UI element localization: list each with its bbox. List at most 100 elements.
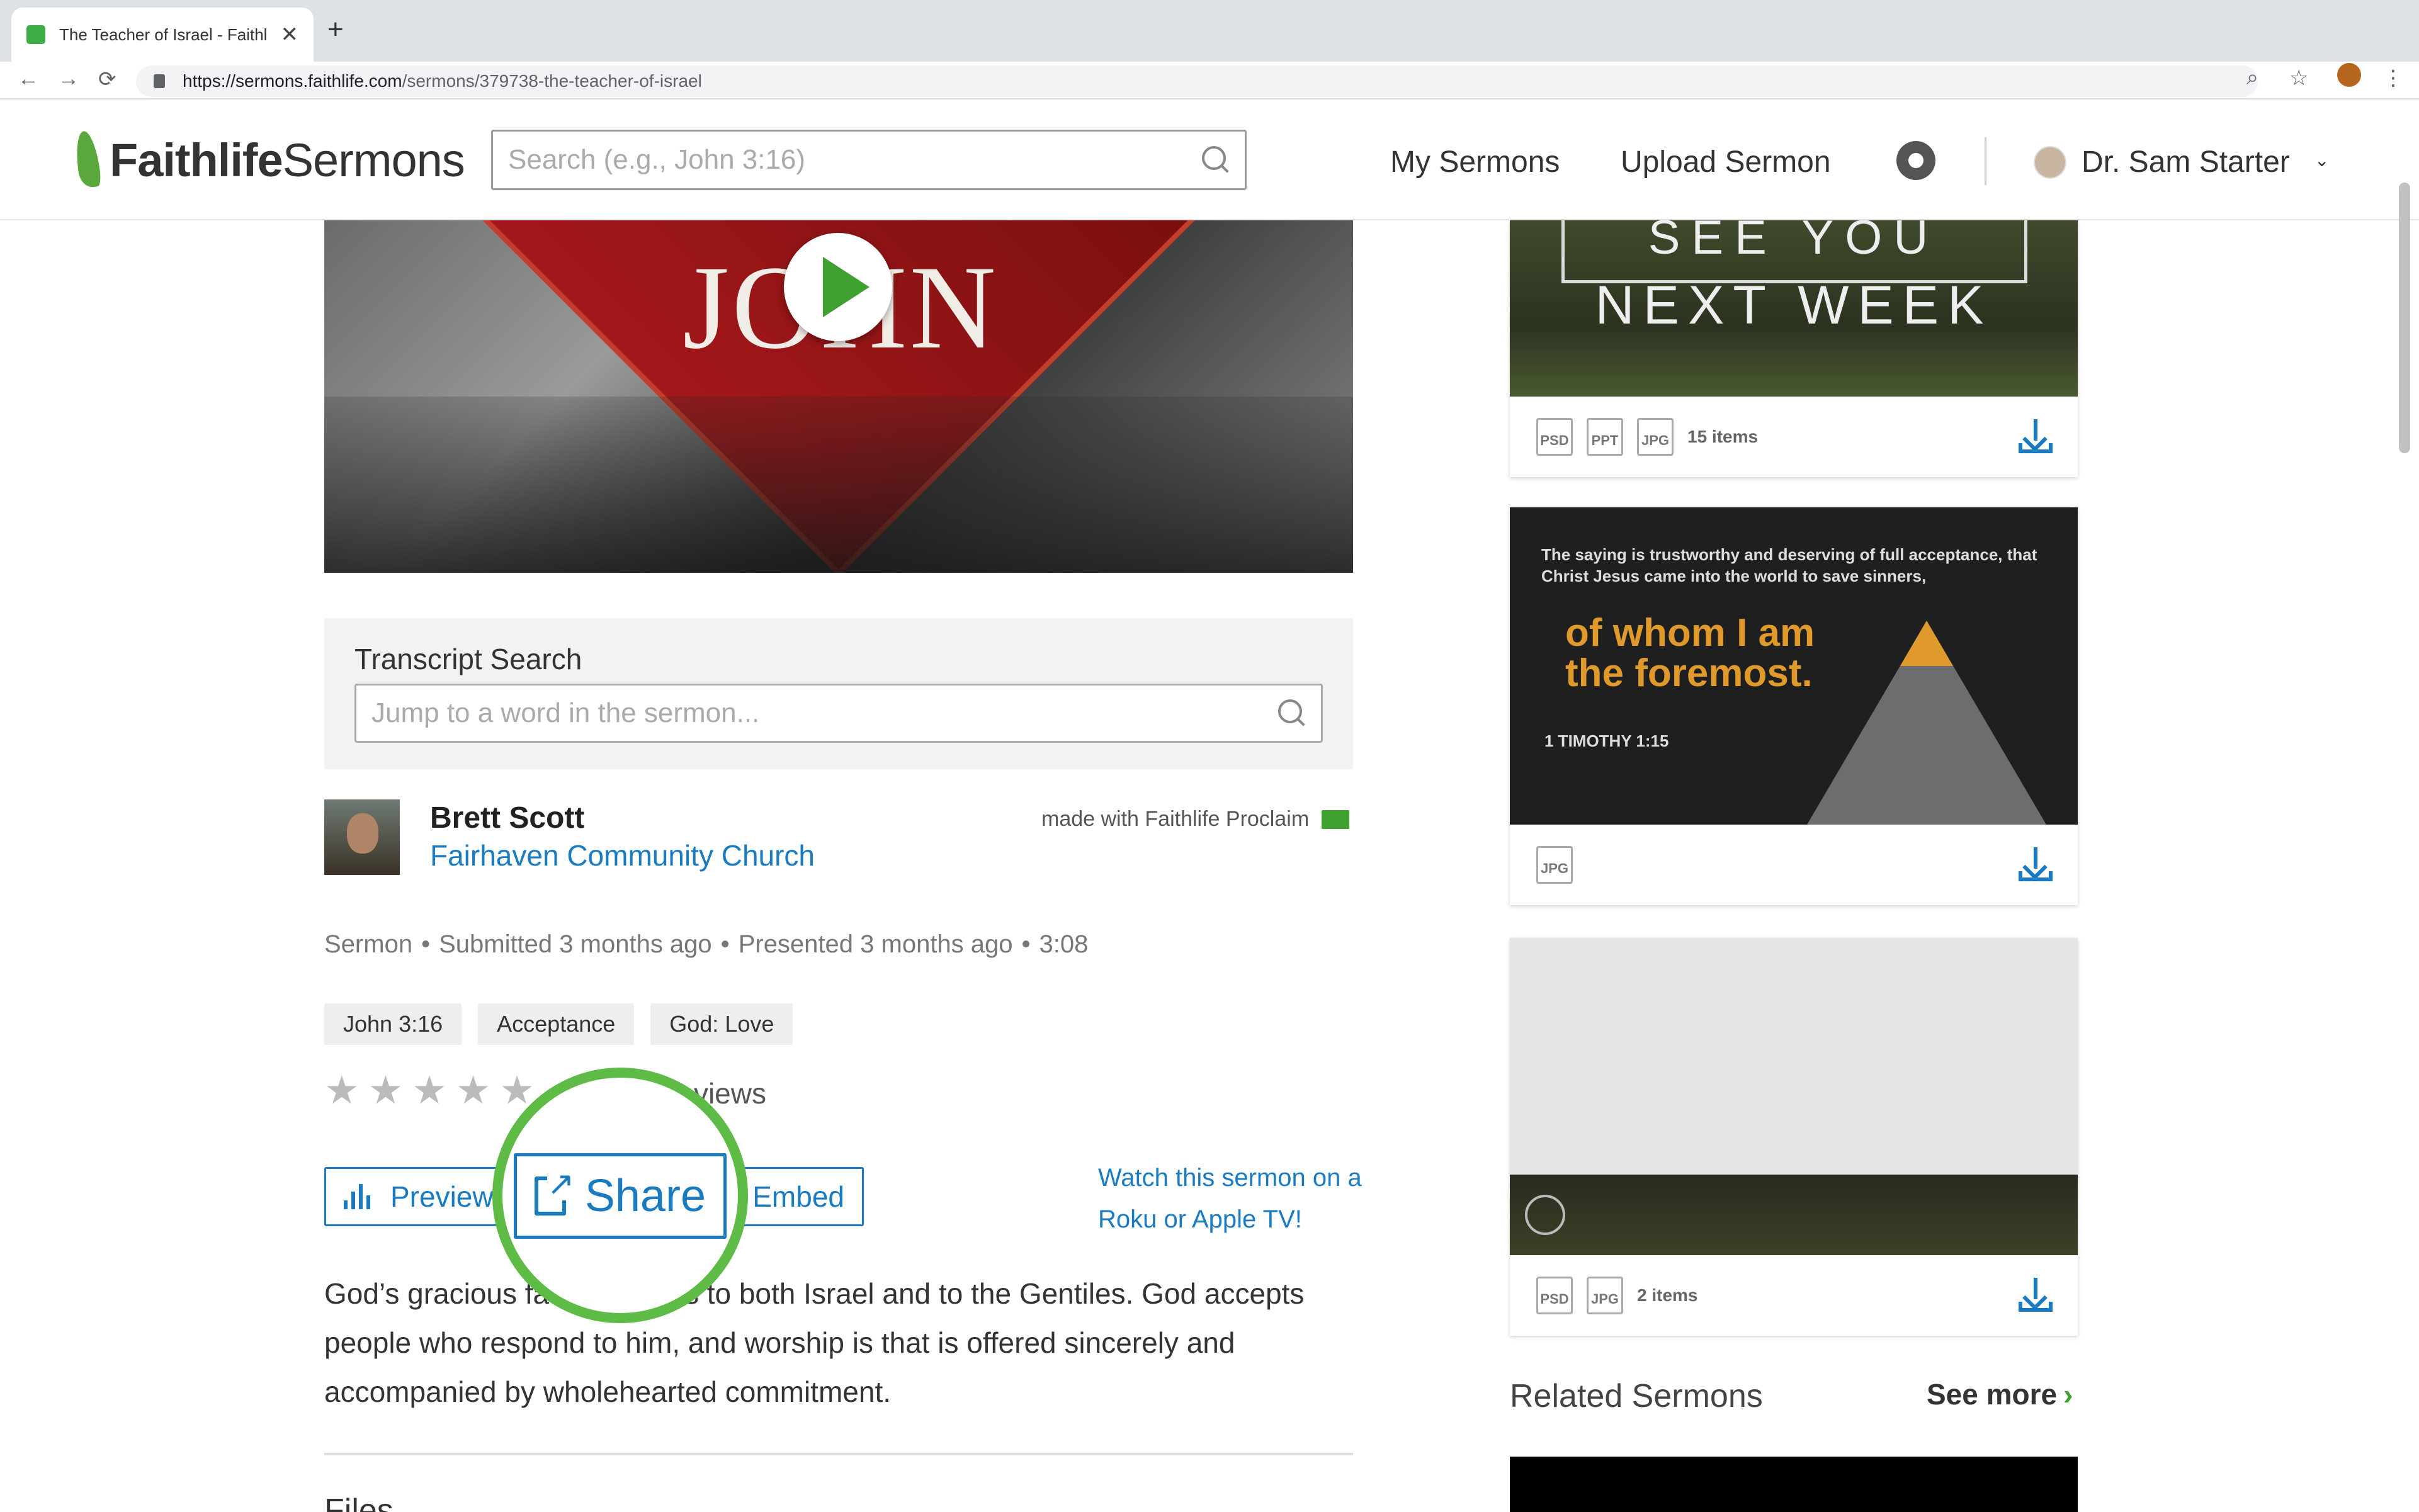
- download-icon[interactable]: [2019, 1278, 2053, 1312]
- faithlife-flame-icon: [71, 131, 105, 189]
- my-sermons-link[interactable]: My Sermons: [1390, 145, 1560, 179]
- related-sermon-thumbnail[interactable]: [1510, 1457, 2078, 1512]
- star-icon[interactable]: ★: [368, 1071, 404, 1110]
- chevron-right-icon: ›: [2063, 1378, 2073, 1411]
- preview-button[interactable]: Preview: [324, 1167, 513, 1226]
- url-path: /sermons/379738-the-teacher-of-israel: [402, 71, 702, 91]
- browser-menu-icon[interactable]: ⋮: [2382, 65, 2404, 91]
- section-divider: [324, 1453, 1353, 1455]
- proclaim-flag-icon: [1322, 810, 1350, 829]
- transcript-search-input[interactable]: [371, 697, 1278, 729]
- triangle-top-graphic: [1900, 621, 1953, 666]
- browser-profile-avatar[interactable]: [2337, 63, 2361, 87]
- meta-type: Sermon: [324, 930, 413, 958]
- reload-icon[interactable]: ⟳: [98, 67, 116, 92]
- verse-highlight: of whom I am the foremost.: [1565, 611, 1815, 695]
- transcript-search-icon[interactable]: [1278, 699, 1306, 727]
- download-icon[interactable]: [2019, 847, 2053, 881]
- media-card[interactable]: SEE YOU NEXT WEEK PSD PPT JPG 15 items: [1510, 220, 2078, 477]
- related-sermons-heading: Related Sermons: [1510, 1378, 1763, 1414]
- site-header: FaithlifeSermons My Sermons Upload Sermo…: [0, 101, 2419, 220]
- zoom-icon[interactable]: ⌕: [2246, 65, 2258, 90]
- transcript-search-label: Transcript Search: [354, 643, 582, 675]
- download-icon[interactable]: [2019, 419, 2053, 453]
- chevron-down-icon[interactable]: ⌄: [2314, 150, 2329, 171]
- omnibox[interactable]: https://sermons.faithlife.com/sermons/37…: [136, 65, 2258, 97]
- cross-emblem-icon: [1525, 1195, 1565, 1235]
- star-icon[interactable]: ★: [412, 1071, 447, 1110]
- sermon-meta: Sermon • Submitted 3 months ago • Presented …: [324, 930, 1088, 959]
- tag-item[interactable]: God: Love: [650, 1003, 793, 1045]
- verse-text: The saying is trustworthy and deserving …: [1541, 545, 2037, 585]
- favicon-icon: [26, 25, 45, 44]
- browser-chrome: The Teacher of Israel - Faithlife ✕ + ← …: [0, 0, 2419, 99]
- meta-submitted: Submitted 3 months ago: [439, 930, 712, 958]
- media-card-footer: JPG: [1510, 825, 2078, 905]
- url-host: https://sermons.faithlife.com: [183, 71, 402, 91]
- sermon-video-thumbnail[interactable]: JOHN: [324, 220, 1353, 573]
- star-icon[interactable]: ★: [324, 1071, 360, 1110]
- author-name[interactable]: Brett Scott: [430, 801, 584, 835]
- jpg-file-icon: JPG: [1536, 846, 1573, 884]
- logo-text: FaithlifeSermons: [110, 133, 465, 187]
- media-card[interactable]: PSD JPG 2 items: [1510, 938, 2078, 1336]
- landscape-band: [1510, 1175, 2078, 1255]
- site-search-box: [491, 130, 1247, 190]
- audio-bars-icon: [344, 1184, 378, 1209]
- logo-bold-text: Faithlife: [110, 133, 283, 186]
- ppt-file-icon: PPT: [1587, 418, 1623, 456]
- user-avatar[interactable]: [2034, 146, 2066, 179]
- meta-separator: •: [720, 930, 730, 958]
- see-more-label: See more: [1927, 1378, 2058, 1411]
- upload-sermon-link[interactable]: Upload Sermon: [1621, 145, 1831, 179]
- see-more-link[interactable]: See more ›: [1927, 1377, 2073, 1411]
- site-search-input[interactable]: [508, 144, 1202, 176]
- church-link[interactable]: Fairhaven Community Church: [430, 838, 815, 872]
- tab-strip: The Teacher of Israel - Faithlife ✕ +: [0, 0, 2419, 62]
- media-card-line1: SEE YOU: [1648, 220, 1940, 264]
- bookmark-star-icon[interactable]: ☆: [2289, 65, 2308, 91]
- hero-engraving: [324, 397, 1353, 573]
- media-card-footer: PSD PPT JPG 15 items: [1510, 397, 2078, 477]
- verse-reference: 1 TIMOTHY 1:15: [1544, 731, 1669, 750]
- tag-item[interactable]: John 3:16: [324, 1003, 462, 1045]
- psd-file-icon: PSD: [1536, 418, 1573, 456]
- tag-list: John 3:16 Acceptance God: Love: [324, 1003, 793, 1045]
- faithlife-sermons-logo[interactable]: FaithlifeSermons: [71, 131, 465, 189]
- back-icon[interactable]: ←: [18, 67, 39, 91]
- share-button[interactable]: Share: [514, 1153, 727, 1239]
- embed-label: Embed: [752, 1180, 844, 1213]
- user-menu-name[interactable]: Dr. Sam Starter: [2082, 145, 2290, 179]
- external-share-icon: [535, 1168, 575, 1216]
- tag-item[interactable]: Acceptance: [478, 1003, 635, 1045]
- made-with-text: made with Faithlife Proclaim: [1041, 807, 1310, 831]
- made-with-proclaim[interactable]: made with Faithlife Proclaim: [1041, 807, 1350, 832]
- media-card-image[interactable]: SEE YOU NEXT WEEK: [1510, 220, 2078, 397]
- media-card[interactable]: The saying is trustworthy and deserving …: [1510, 507, 2078, 905]
- media-card-footer: PSD JPG 2 items: [1510, 1255, 2078, 1336]
- media-card-image[interactable]: The saying is trustworthy and deserving …: [1510, 507, 2078, 825]
- watch-on-tv-link[interactable]: Watch this sermon on a Roku or Apple TV!: [1098, 1157, 1362, 1240]
- browser-tab[interactable]: The Teacher of Israel - Faithlife ✕: [11, 8, 314, 62]
- lock-icon: [154, 74, 165, 88]
- close-tab-icon[interactable]: ✕: [281, 22, 299, 47]
- url-text: https://sermons.faithlife.com/sermons/37…: [183, 71, 702, 91]
- new-tab-button[interactable]: +: [327, 14, 344, 45]
- logo-light-text: Sermons: [282, 133, 465, 186]
- forward-icon[interactable]: →: [58, 67, 79, 91]
- search-icon[interactable]: [1202, 146, 1230, 174]
- play-icon[interactable]: [784, 233, 892, 341]
- media-card-line2: NEXT WEEK: [1595, 275, 1993, 336]
- items-count: 2 items: [1637, 1285, 1698, 1305]
- media-card-image[interactable]: [1510, 938, 2078, 1255]
- jpg-file-icon: JPG: [1587, 1277, 1623, 1314]
- meta-separator: •: [1021, 930, 1031, 958]
- jpg-file-icon: JPG: [1637, 418, 1674, 456]
- transcript-search-box: [354, 684, 1323, 743]
- page-scrollbar[interactable]: [2399, 183, 2410, 453]
- star-icon[interactable]: ★: [456, 1071, 491, 1110]
- header-divider: [1985, 137, 1986, 185]
- sermon-description: God’s gracious favor extends to both Isr…: [324, 1277, 1305, 1408]
- author-avatar[interactable]: [324, 799, 400, 875]
- gear-icon[interactable]: [1896, 141, 1935, 180]
